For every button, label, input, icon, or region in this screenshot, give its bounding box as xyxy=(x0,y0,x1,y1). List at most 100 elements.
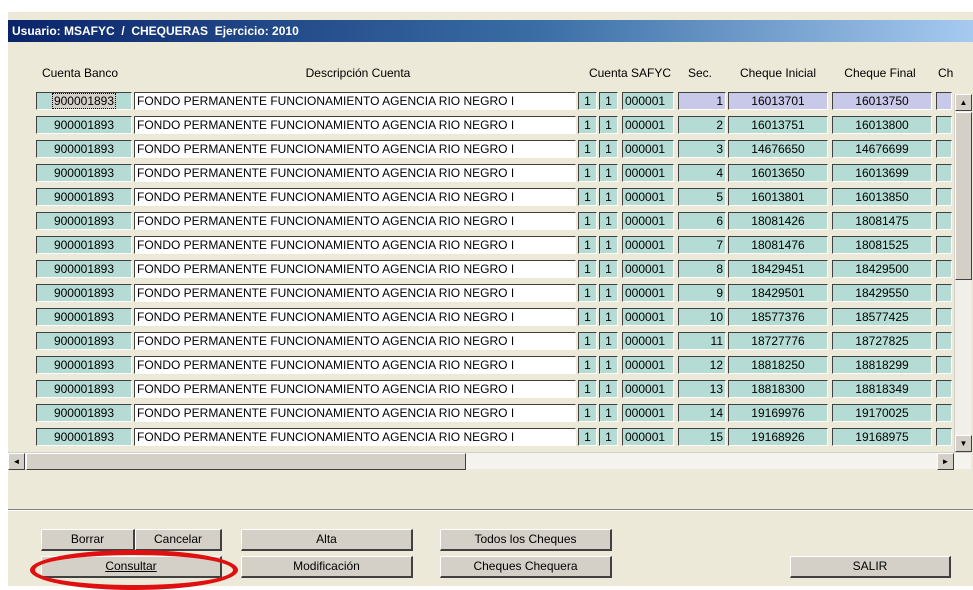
cell-sec[interactable]: 11 xyxy=(678,332,726,350)
cell-descripcion[interactable]: FONDO PERMANENTE FUNCIONAMIENTO AGENCIA … xyxy=(134,260,576,278)
cell-sec[interactable]: 12 xyxy=(678,356,726,374)
cell-descripcion[interactable]: FONDO PERMANENTE FUNCIONAMIENTO AGENCIA … xyxy=(134,332,576,350)
cell-cheque-inicial[interactable]: 16013701 xyxy=(728,92,828,110)
cell-sec[interactable]: 9 xyxy=(678,284,726,302)
cell-cheque-inicial[interactable]: 18081426 xyxy=(728,212,828,230)
cell-num-2[interactable]: 1 xyxy=(599,140,618,158)
scroll-left-icon[interactable]: ◄ xyxy=(8,453,25,470)
cell-cuenta-banco[interactable]: 900001893 xyxy=(36,284,132,302)
header-cuenta-safyc[interactable]: Cuenta SAFYC xyxy=(582,64,678,82)
cell-extra[interactable] xyxy=(936,260,952,278)
table-row[interactable]: 900001893 FONDO PERMANENTE FUNCIONAMIENTO… xyxy=(10,403,952,422)
cell-extra[interactable] xyxy=(936,428,952,446)
cell-num-2[interactable]: 1 xyxy=(599,380,618,398)
cell-cheque-final[interactable]: 16013699 xyxy=(832,164,932,182)
cell-extra[interactable] xyxy=(936,116,952,134)
cell-cuenta-safyc[interactable]: 000001 xyxy=(622,236,674,254)
cell-extra[interactable] xyxy=(936,236,952,254)
cell-descripcion[interactable]: FONDO PERMANENTE FUNCIONAMIENTO AGENCIA … xyxy=(134,140,576,158)
cell-extra[interactable] xyxy=(936,356,952,374)
cell-num-1[interactable]: 1 xyxy=(578,308,597,326)
cell-cuenta-banco[interactable]: 900001893 xyxy=(36,164,132,182)
cell-cuenta-safyc[interactable]: 000001 xyxy=(622,332,674,350)
cell-cuenta-banco[interactable]: 900001893 xyxy=(36,332,132,350)
header-cheque-inicial[interactable]: Cheque Inicial xyxy=(728,64,828,82)
cell-num-2[interactable]: 1 xyxy=(599,212,618,230)
cell-num-2[interactable]: 1 xyxy=(599,116,618,134)
cheques-chequera-button[interactable]: Cheques Chequera xyxy=(440,556,612,578)
cell-cheque-inicial[interactable]: 19169976 xyxy=(728,404,828,422)
cell-sec[interactable]: 5 xyxy=(678,188,726,206)
cell-cheque-final[interactable]: 18429500 xyxy=(832,260,932,278)
cell-extra[interactable] xyxy=(936,140,952,158)
cell-cuenta-safyc[interactable]: 000001 xyxy=(622,260,674,278)
cell-extra[interactable] xyxy=(936,284,952,302)
cell-cuenta-safyc[interactable]: 000001 xyxy=(622,188,674,206)
cell-cheque-final[interactable]: 18818299 xyxy=(832,356,932,374)
cell-cheque-final[interactable]: 18818349 xyxy=(832,380,932,398)
cell-num-1[interactable]: 1 xyxy=(578,188,597,206)
cell-cuenta-banco[interactable]: 900001893 xyxy=(36,140,132,158)
table-row[interactable]: 900001893 FONDO PERMANENTE FUNCIONAMIENTO… xyxy=(10,355,952,374)
cell-cuenta-safyc[interactable]: 000001 xyxy=(622,140,674,158)
cell-num-1[interactable]: 1 xyxy=(578,404,597,422)
cell-num-1[interactable]: 1 xyxy=(578,260,597,278)
header-cuenta-banco[interactable]: Cuenta Banco xyxy=(30,64,130,82)
cancelar-button[interactable]: Cancelar xyxy=(135,529,222,551)
table-row[interactable]: 900001893 FONDO PERMANENTE FUNCIONAMIENTO… xyxy=(10,379,952,398)
cell-descripcion[interactable]: FONDO PERMANENTE FUNCIONAMIENTO AGENCIA … xyxy=(134,404,576,422)
cell-cuenta-banco[interactable]: 900001893 xyxy=(36,92,132,110)
cell-num-1[interactable]: 1 xyxy=(578,164,597,182)
cell-descripcion[interactable]: FONDO PERMANENTE FUNCIONAMIENTO AGENCIA … xyxy=(134,428,576,446)
table-row[interactable]: 900001893 FONDO PERMANENTE FUNCIONAMIENTO… xyxy=(10,115,952,134)
table-row[interactable]: 900001893 FONDO PERMANENTE FUNCIONAMIENTO… xyxy=(10,427,952,446)
cell-cuenta-safyc[interactable]: 000001 xyxy=(622,308,674,326)
cell-cuenta-safyc[interactable]: 000001 xyxy=(622,212,674,230)
cell-cheque-final[interactable]: 19168975 xyxy=(832,428,932,446)
cell-extra[interactable] xyxy=(936,164,952,182)
scroll-right-icon[interactable]: ► xyxy=(937,453,954,470)
cell-num-2[interactable]: 1 xyxy=(599,236,618,254)
cell-cheque-inicial[interactable]: 16013751 xyxy=(728,116,828,134)
cell-descripcion[interactable]: FONDO PERMANENTE FUNCIONAMIENTO AGENCIA … xyxy=(134,92,576,110)
cell-extra[interactable] xyxy=(936,308,952,326)
salir-button[interactable]: SALIR xyxy=(790,556,951,578)
table-row[interactable]: 900001893 FONDO PERMANENTE FUNCIONAMIENTO… xyxy=(10,139,952,158)
scroll-down-icon[interactable]: ▼ xyxy=(955,435,972,452)
cell-cuenta-safyc[interactable]: 000001 xyxy=(622,404,674,422)
table-row[interactable]: 900001893 FONDO PERMANENTE FUNCIONAMIENTO… xyxy=(10,235,952,254)
cell-descripcion[interactable]: FONDO PERMANENTE FUNCIONAMIENTO AGENCIA … xyxy=(134,308,576,326)
cell-cheque-inicial[interactable]: 18429501 xyxy=(728,284,828,302)
cell-sec[interactable]: 3 xyxy=(678,140,726,158)
consultar-button[interactable]: Consultar xyxy=(41,556,222,578)
cell-sec[interactable]: 6 xyxy=(678,212,726,230)
cell-sec[interactable]: 14 xyxy=(678,404,726,422)
cell-cuenta-banco[interactable]: 900001893 xyxy=(36,260,132,278)
cell-cuenta-banco[interactable]: 900001893 xyxy=(36,236,132,254)
cell-cheque-final[interactable]: 19170025 xyxy=(832,404,932,422)
table-row[interactable]: 900001893 FONDO PERMANENTE FUNCIONAMIENTO… xyxy=(10,187,952,206)
cell-descripcion[interactable]: FONDO PERMANENTE FUNCIONAMIENTO AGENCIA … xyxy=(134,116,576,134)
header-descripcion[interactable]: Descripción Cuenta xyxy=(198,64,518,82)
modificacion-button[interactable]: Modificación xyxy=(241,556,413,578)
cell-descripcion[interactable]: FONDO PERMANENTE FUNCIONAMIENTO AGENCIA … xyxy=(134,164,576,182)
cell-sec[interactable]: 13 xyxy=(678,380,726,398)
cell-sec[interactable]: 7 xyxy=(678,236,726,254)
cell-cuenta-safyc[interactable]: 000001 xyxy=(622,284,674,302)
cell-descripcion[interactable]: FONDO PERMANENTE FUNCIONAMIENTO AGENCIA … xyxy=(134,212,576,230)
todos-cheques-button[interactable]: Todos los Cheques xyxy=(440,529,612,551)
cell-cuenta-safyc[interactable]: 000001 xyxy=(622,428,674,446)
cell-descripcion[interactable]: FONDO PERMANENTE FUNCIONAMIENTO AGENCIA … xyxy=(134,380,576,398)
cell-extra[interactable] xyxy=(936,188,952,206)
cell-num-1[interactable]: 1 xyxy=(578,284,597,302)
cell-cuenta-banco[interactable]: 900001893 xyxy=(36,428,132,446)
cell-cuenta-safyc[interactable]: 000001 xyxy=(622,92,674,110)
cell-cuenta-safyc[interactable]: 000001 xyxy=(622,164,674,182)
cell-cheque-final[interactable]: 14676699 xyxy=(832,140,932,158)
cell-cheque-final[interactable]: 18727825 xyxy=(832,332,932,350)
cell-num-1[interactable]: 1 xyxy=(578,212,597,230)
cell-cuenta-banco[interactable]: 900001893 xyxy=(36,308,132,326)
vertical-scroll-thumb[interactable] xyxy=(955,112,972,280)
table-row[interactable]: 900001893 FONDO PERMANENTE FUNCIONAMIENTO… xyxy=(10,91,952,110)
cell-descripcion[interactable]: FONDO PERMANENTE FUNCIONAMIENTO AGENCIA … xyxy=(134,188,576,206)
